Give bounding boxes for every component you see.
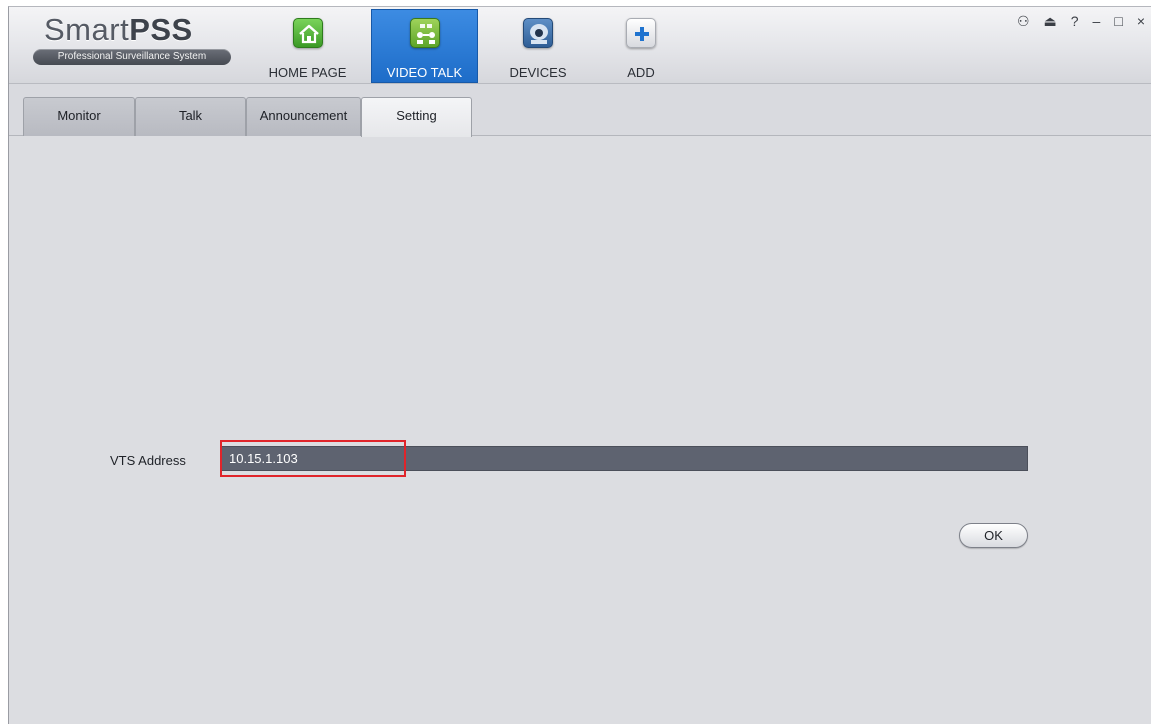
nav-label: DEVICES [509,65,567,80]
logo-subtitle: Professional Surveillance System [33,49,231,65]
nav-video-talk[interactable]: VIDEO TALK [371,9,478,83]
vts-address-label: VTS Address [110,453,186,468]
smartpss-window: SmartPSS Professional Surveillance Syste… [8,6,1151,724]
nav-add[interactable]: ADD [609,9,673,83]
help-icon[interactable]: ? [1071,12,1079,30]
lock-icon[interactable]: ⏏ [1044,12,1057,30]
close-icon[interactable]: × [1137,12,1145,30]
smartpss-logo: SmartPSS Professional Surveillance Syste… [33,13,233,65]
nav-home-page[interactable]: HOME PAGE [264,9,351,83]
logo-text: SmartPSS [44,12,193,47]
video-talk-icon [409,18,440,48]
setting-panel: VTS Address OK [9,136,1151,724]
window-controls: ⚇ ⏏ ? – □ × [1017,12,1145,30]
tab-announcement[interactable]: Announcement [246,97,361,136]
nav-devices[interactable]: DEVICES [498,9,578,83]
vts-address-input[interactable] [220,446,1028,471]
add-icon [626,18,656,48]
devices-icon [523,18,553,48]
tab-bar: Monitor Talk Announcement Setting [9,85,1151,137]
maximize-icon[interactable]: □ [1114,12,1122,30]
minimize-icon[interactable]: – [1093,12,1101,30]
tab-talk[interactable]: Talk [135,97,246,136]
nav-label: ADD [627,65,655,80]
user-icon[interactable]: ⚇ [1017,12,1030,30]
tab-setting[interactable]: Setting [361,97,472,137]
tab-monitor[interactable]: Monitor [23,97,135,136]
header-bar: SmartPSS Professional Surveillance Syste… [9,7,1151,84]
nav-label: HOME PAGE [268,65,347,80]
ok-button[interactable]: OK [959,523,1028,548]
home-icon [292,18,323,48]
nav-label: VIDEO TALK [386,65,463,80]
